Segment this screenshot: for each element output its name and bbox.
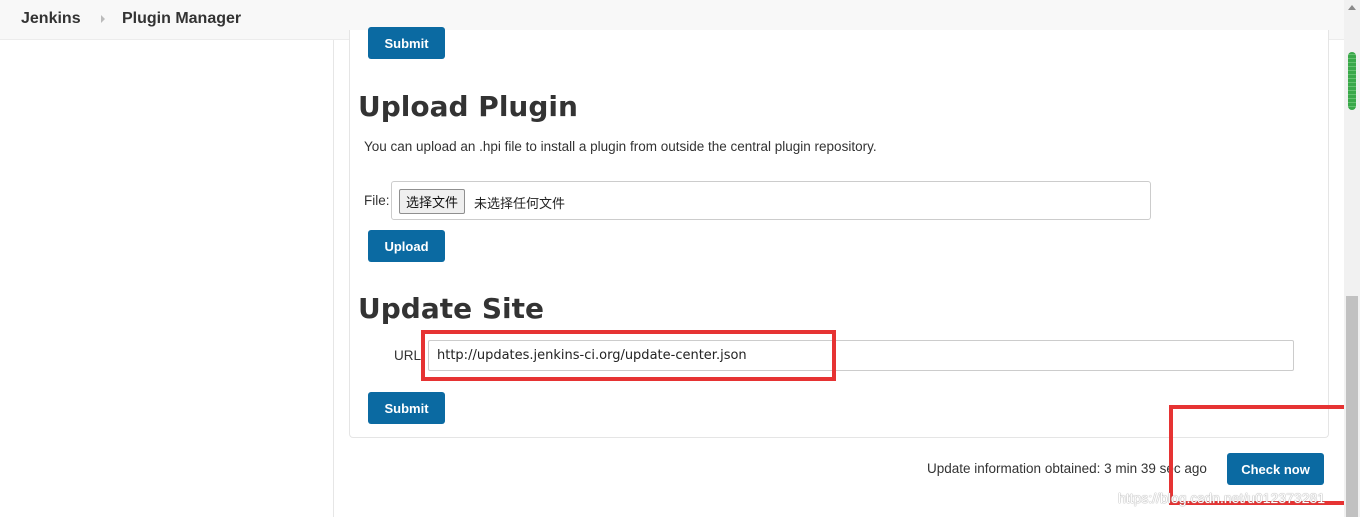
update-site-title: Update Site (358, 292, 544, 325)
url-label: URL (394, 348, 422, 363)
breadcrumb-plugin-manager[interactable]: Plugin Manager (122, 10, 241, 28)
upload-plugin-title: Upload Plugin (358, 90, 578, 123)
top-submit-button[interactable]: Submit (368, 27, 445, 59)
scroll-up-arrow-icon[interactable] (1348, 5, 1356, 10)
watermark-text: https://blog.csdn.net/u012373281 (1118, 490, 1326, 506)
side-panel (0, 40, 334, 517)
breadcrumb-jenkins[interactable]: Jenkins (21, 10, 81, 28)
upload-plugin-description: You can upload an .hpi file to install a… (364, 139, 877, 154)
chevron-right-icon (101, 15, 105, 23)
choose-file-button[interactable]: 选择文件 (399, 189, 466, 214)
check-now-button[interactable]: Check now (1227, 453, 1324, 485)
file-status-text: 未选择任何文件 (474, 197, 566, 212)
update-site-submit-button[interactable]: Submit (368, 392, 445, 424)
update-site-url-input[interactable] (428, 340, 1294, 371)
scroll-indicator (1348, 52, 1356, 110)
scrollbar[interactable] (1344, 0, 1360, 517)
scrollbar-thumb[interactable] (1346, 296, 1358, 517)
update-info-text: Update information obtained: 3 min 39 se… (927, 461, 1207, 476)
file-label: File: (364, 193, 390, 208)
file-input[interactable]: 选择文件 未选择任何文件 (391, 181, 1151, 220)
upload-button[interactable]: Upload (368, 230, 445, 262)
